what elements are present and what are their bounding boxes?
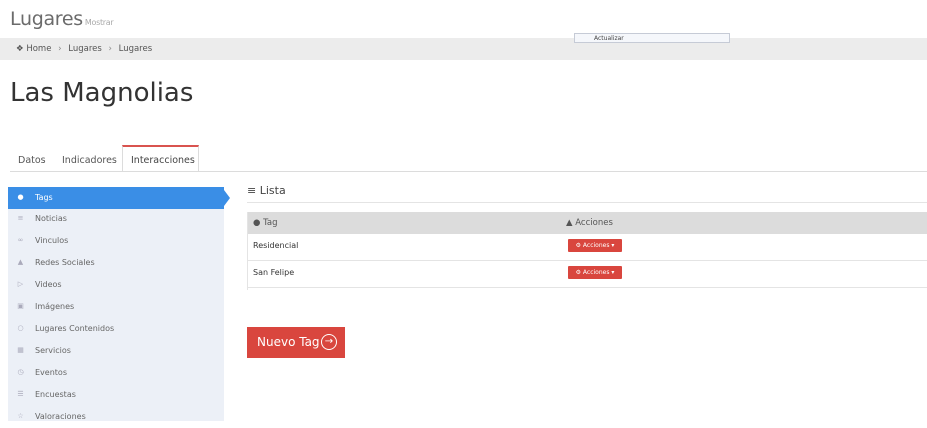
breadcrumb-separator: ›	[108, 44, 112, 54]
tab-interacciones[interactable]: Interacciones	[131, 155, 195, 166]
news-icon: ≡	[17, 214, 24, 222]
caret-down-icon: ▾	[611, 269, 615, 276]
home-icon: ❖	[16, 44, 24, 54]
app-title-text: Lugares	[10, 8, 83, 30]
sidebar-item-videos[interactable]: ▷ Videos	[8, 274, 224, 296]
breadcrumb-item-current: Lugares	[118, 44, 153, 54]
table-row: San Felipe ⚙ Acciones ▾	[247, 261, 927, 288]
table-row: Residencial ⚙ Acciones ▾	[247, 234, 927, 261]
sidebar-item-label: Videos	[35, 280, 62, 289]
sidebar-item-label: Imágenes	[35, 302, 75, 311]
lista-title: Lista	[259, 184, 286, 197]
tab-indicadores[interactable]: Indicadores	[62, 155, 117, 166]
gear-icon: ⚙	[575, 242, 581, 249]
nuevo-tag-label: Nuevo Tag	[257, 335, 320, 349]
page-title: Las Magnolias	[10, 78, 194, 108]
column-header-tag-label: Tag	[263, 218, 278, 228]
app-title: Lugares Mostrar	[10, 8, 114, 30]
sidebar-item-servicios[interactable]: ▦ Servicios	[8, 340, 224, 362]
camera-icon: ▣	[17, 302, 24, 310]
sidebar-item-eventos[interactable]: ◷ Eventos	[8, 362, 224, 384]
sidebar-item-label: Valoraciones	[35, 412, 86, 421]
sidebar-item-label: Noticias	[35, 214, 67, 223]
caret-down-icon: ▾	[611, 242, 615, 249]
column-header-actions: ▲ Acciones	[566, 218, 613, 228]
sidebar-item-label: Lugares Contenidos	[35, 324, 115, 333]
grid-icon: ▦	[17, 346, 24, 354]
link-icon: ∞	[17, 236, 24, 244]
sidebar-item-label: Vinculos	[35, 236, 69, 245]
sidebar-item-label: Encuestas	[35, 390, 76, 399]
sidebar-item-noticias[interactable]: ≡ Noticias	[8, 208, 224, 230]
list-icon: ≡	[247, 184, 257, 197]
tag-cell: Residencial	[253, 241, 299, 250]
app-subtitle: Mostrar	[84, 18, 114, 27]
tabs-divider	[10, 171, 927, 172]
breadcrumb: ❖ Home › Lugares › Lugares	[16, 44, 152, 54]
sidebar-item-redes-sociales[interactable]: ▲ Redes Sociales	[8, 252, 224, 274]
gear-icon: ⚙	[575, 269, 581, 276]
breadcrumb-home[interactable]: Home	[26, 44, 51, 54]
sidebar-item-lugares-contenidos[interactable]: ○ Lugares Contenidos	[8, 318, 224, 340]
lista-heading: ≡ Lista	[247, 184, 286, 197]
lista-divider	[247, 202, 927, 203]
acciones-button-label: Acciones	[582, 242, 610, 249]
nuevo-tag-button[interactable]: Nuevo Tag →	[247, 327, 345, 358]
table-header: ● Tag ▲ Acciones	[247, 212, 927, 234]
sidebar-item-encuestas[interactable]: ☰ Encuestas	[8, 384, 224, 406]
update-button-label: Actualizar	[594, 35, 624, 42]
tag-icon: ●	[253, 218, 261, 228]
sidebar-item-imagenes[interactable]: ▣ Imágenes	[8, 296, 224, 318]
acciones-button-label: Acciones	[582, 269, 610, 276]
sidebar-item-label: Eventos	[35, 368, 67, 377]
play-icon: ▷	[17, 280, 24, 288]
sidebar-item-valoraciones[interactable]: ☆ Valoraciones	[8, 406, 224, 428]
breadcrumb-item-lugares[interactable]: Lugares	[68, 44, 102, 54]
sidebar-item-label: Redes Sociales	[35, 258, 95, 267]
sidebar-item-tags[interactable]: ● Tags	[8, 187, 224, 209]
list-icon: ☰	[17, 390, 24, 398]
sidebar-item-label: Servicios	[35, 346, 71, 355]
tag-cell: San Felipe	[253, 268, 295, 277]
column-header-actions-label: Acciones	[575, 218, 613, 228]
column-header-tag: ● Tag	[253, 218, 278, 228]
sidebar-item-label: Tags	[35, 193, 53, 202]
eject-icon: ▲	[566, 218, 573, 228]
clock-icon: ◷	[17, 368, 24, 376]
people-icon: ▲	[17, 258, 24, 266]
update-button[interactable]: Actualizar	[574, 33, 730, 43]
tag-icon: ●	[17, 193, 24, 201]
sidebar: ● Tags ≡ Noticias ∞ Vinculos ▲ Redes Sociale…	[8, 187, 224, 421]
breadcrumb-separator: ›	[58, 44, 62, 54]
acciones-button[interactable]: ⚙ Acciones ▾	[568, 239, 622, 252]
pin-icon: ○	[17, 324, 24, 332]
active-indicator-arrow	[224, 190, 230, 206]
tab-datos[interactable]: Datos	[18, 155, 46, 166]
star-icon: ☆	[17, 412, 24, 420]
arrow-right-circle-icon: →	[321, 334, 337, 350]
acciones-button[interactable]: ⚙ Acciones ▾	[568, 266, 622, 279]
sidebar-item-vinculos[interactable]: ∞ Vinculos	[8, 230, 224, 252]
